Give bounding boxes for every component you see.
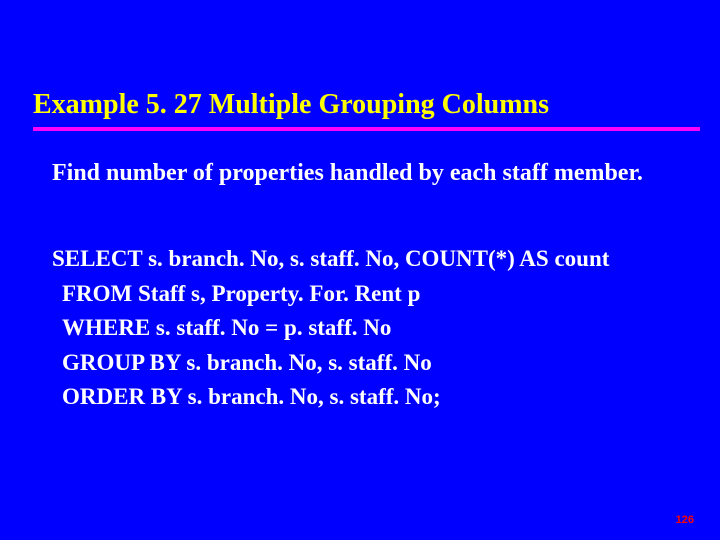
slide: Example 5. 27 Multiple Grouping Columns … xyxy=(0,0,720,540)
sql-from: FROM Staff s, Property. For. Rent p xyxy=(52,277,660,312)
sql-where: WHERE s. staff. No = p. staff. No xyxy=(52,311,660,346)
sql-select: SELECT s. branch. No, s. staff. No, COUN… xyxy=(52,242,660,277)
sql-query: SELECT s. branch. No, s. staff. No, COUN… xyxy=(52,242,660,415)
title-underline xyxy=(33,127,700,131)
page-number: 126 xyxy=(676,514,694,526)
sql-groupby: GROUP BY s. branch. No, s. staff. No xyxy=(52,346,660,381)
title-block: Example 5. 27 Multiple Grouping Columns xyxy=(33,88,680,122)
problem-statement: Find number of properties handled by eac… xyxy=(52,158,660,188)
sql-orderby: ORDER BY s. branch. No, s. staff. No; xyxy=(52,380,660,415)
body-block: Find number of properties handled by eac… xyxy=(52,158,660,415)
slide-title: Example 5. 27 Multiple Grouping Columns xyxy=(33,88,680,122)
